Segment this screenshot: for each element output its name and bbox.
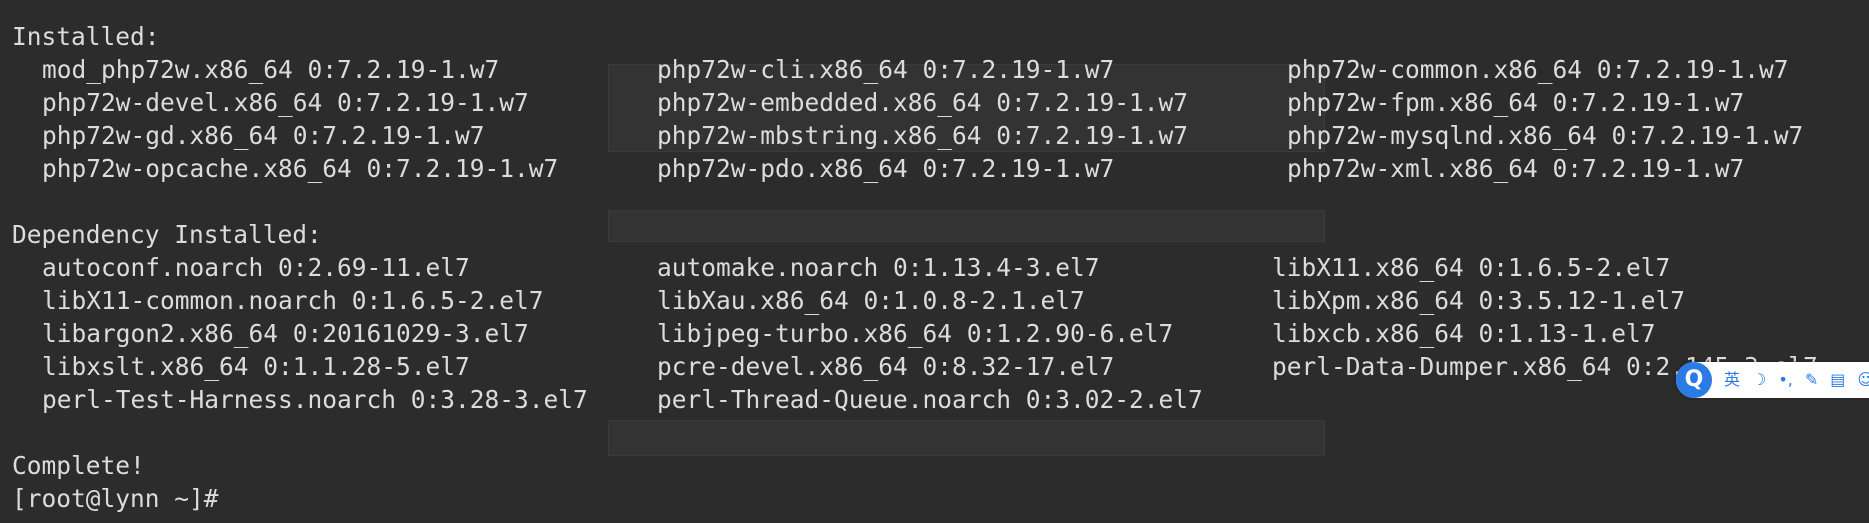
package-entry: php72w-mysqlnd.x86_64 0:7.2.19-1.w7 xyxy=(1287,121,1804,150)
ime-logo-icon[interactable]: Q xyxy=(1676,362,1712,398)
package-entry: libXpm.x86_64 0:3.5.12-1.el7 xyxy=(1272,286,1686,315)
package-entry: automake.noarch 0:1.13.4-3.el7 xyxy=(657,253,1100,282)
shell-prompt[interactable]: [root@lynn ~]# xyxy=(12,482,233,515)
package-entry: libxcb.x86_64 0:1.13-1.el7 xyxy=(1272,319,1656,348)
dependency-row: autoconf.noarch 0:2.69-11.el7 automake.n… xyxy=(0,251,1670,284)
package-entry: php72w-gd.x86_64 0:7.2.19-1.w7 xyxy=(42,121,485,150)
complete-line: Complete! xyxy=(0,449,145,482)
dependency-row: libX11-common.noarch 0:1.6.5-2.el7 libXa… xyxy=(0,284,1685,317)
clipboard-icon[interactable]: ▤ xyxy=(1830,362,1845,398)
package-entry: libX11.x86_64 0:1.6.5-2.el7 xyxy=(1272,253,1671,282)
dependency-header: Dependency Installed: xyxy=(12,220,322,249)
package-entry: perl-Test-Harness.noarch 0:3.28-3.el7 xyxy=(42,385,588,414)
installed-row: php72w-gd.x86_64 0:7.2.19-1.w7 php72w-mb… xyxy=(0,119,1803,152)
package-entry: mod_php72w.x86_64 0:7.2.19-1.w7 xyxy=(42,55,500,84)
package-entry: php72w-cli.x86_64 0:7.2.19-1.w7 xyxy=(657,55,1115,84)
package-entry: libxslt.x86_64 0:1.1.28-5.el7 xyxy=(42,352,470,381)
package-entry: pcre-devel.x86_64 0:8.32-17.el7 xyxy=(657,352,1115,381)
package-entry: autoconf.noarch 0:2.69-11.el7 xyxy=(42,253,470,282)
dependency-row: libxslt.x86_64 0:1.1.28-5.el7 pcre-devel… xyxy=(0,350,1818,383)
installed-header: Installed: xyxy=(12,22,160,51)
package-entry: libX11-common.noarch 0:1.6.5-2.el7 xyxy=(42,286,544,315)
installed-row: mod_php72w.x86_64 0:7.2.19-1.w7 php72w-c… xyxy=(0,53,1789,86)
ime-toolbar[interactable]: Q 英 ☽ •, ✎ ▤ ☺ xyxy=(1676,362,1869,398)
wrench-icon[interactable]: ✎ xyxy=(1805,362,1818,398)
package-entry: php72w-embedded.x86_64 0:7.2.19-1.w7 xyxy=(657,88,1189,117)
package-entry: php72w-fpm.x86_64 0:7.2.19-1.w7 xyxy=(1287,88,1745,117)
prompt-line[interactable]: [root@lynn ~]# xyxy=(0,482,219,515)
background-code-block xyxy=(608,210,1325,242)
punctuation-icon[interactable]: •, xyxy=(1778,362,1793,398)
package-entry: php72w-common.x86_64 0:7.2.19-1.w7 xyxy=(1287,55,1789,84)
installed-row: php72w-opcache.x86_64 0:7.2.19-1.w7 php7… xyxy=(0,152,1744,185)
package-entry: php72w-pdo.x86_64 0:7.2.19-1.w7 xyxy=(657,154,1115,183)
package-entry: php72w-opcache.x86_64 0:7.2.19-1.w7 xyxy=(42,154,559,183)
dependency-row: libargon2.x86_64 0:20161029-3.el7 libjpe… xyxy=(0,317,1656,350)
dependency-header-line: Dependency Installed: xyxy=(0,218,322,251)
package-entry: libargon2.x86_64 0:20161029-3.el7 xyxy=(42,319,529,348)
package-entry: php72w-xml.x86_64 0:7.2.19-1.w7 xyxy=(1287,154,1745,183)
complete-message: Complete! xyxy=(12,451,145,480)
dependency-row: perl-Test-Harness.noarch 0:3.28-3.el7 pe… xyxy=(0,383,1203,416)
package-entry: libjpeg-turbo.x86_64 0:1.2.90-6.el7 xyxy=(657,319,1174,348)
installed-header-line: Installed: xyxy=(0,20,160,53)
terminal-window[interactable]: Installed: mod_php72w.x86_64 0:7.2.19-1.… xyxy=(0,0,1869,523)
background-code-block xyxy=(608,420,1325,456)
ime-language-toggle[interactable]: 英 xyxy=(1724,362,1740,398)
package-entry: php72w-mbstring.x86_64 0:7.2.19-1.w7 xyxy=(657,121,1189,150)
package-entry: php72w-devel.x86_64 0:7.2.19-1.w7 xyxy=(42,88,529,117)
package-entry: libXau.x86_64 0:1.0.8-2.1.el7 xyxy=(657,286,1085,315)
moon-icon[interactable]: ☽ xyxy=(1752,362,1766,398)
installed-row: php72w-devel.x86_64 0:7.2.19-1.w7 php72w… xyxy=(0,86,1744,119)
package-entry: perl-Thread-Queue.noarch 0:3.02-2.el7 xyxy=(657,385,1203,414)
smiley-icon[interactable]: ☺ xyxy=(1857,362,1869,398)
